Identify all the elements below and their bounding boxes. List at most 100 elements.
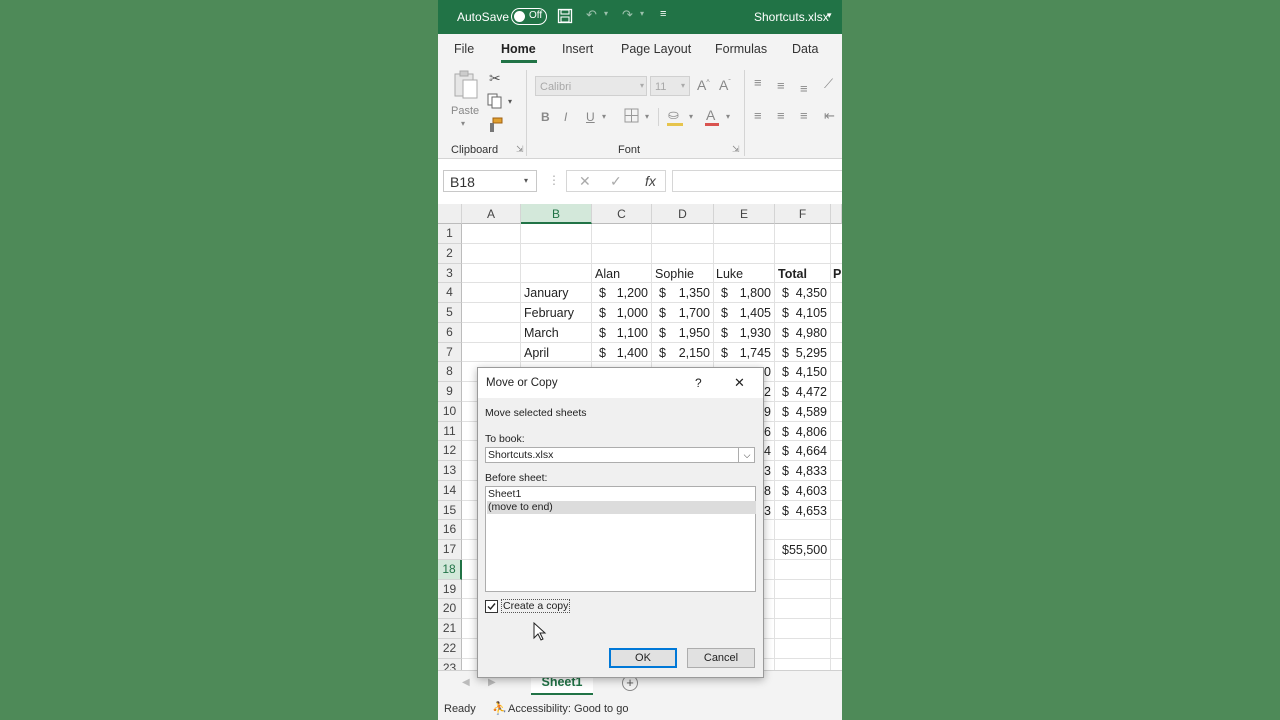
borders-icon[interactable] <box>624 108 639 126</box>
accessibility-icon[interactable]: ⛹ <box>492 701 507 715</box>
total-cell[interactable]: 4,603 <box>796 484 827 498</box>
fill-color-icon[interactable]: ⛀ <box>668 107 679 123</box>
sophie-cell-currency[interactable]: $ <box>659 346 666 360</box>
total-cell-currency[interactable]: $ <box>782 286 789 300</box>
row-header-8[interactable]: 8 <box>438 362 462 382</box>
undo-dropdown-icon[interactable]: ▾ <box>604 9 608 18</box>
alan-cell-currency[interactable]: $ <box>599 346 606 360</box>
row-header-10[interactable]: 10 <box>438 401 462 422</box>
paste-icon[interactable] <box>452 70 480 103</box>
paste-dropdown-icon[interactable]: ▾ <box>461 119 465 128</box>
sophie-cell[interactable]: 1,350 <box>679 286 710 300</box>
customize-toolbar-icon[interactable]: ≡ <box>660 8 666 20</box>
insert-function-icon[interactable]: fx <box>645 173 656 189</box>
format-painter-icon[interactable] <box>487 117 503 136</box>
list-item-selected[interactable]: (move to end) <box>487 501 756 514</box>
row-header-18[interactable]: 18 <box>438 559 462 580</box>
row-header-14[interactable]: 14 <box>438 480 462 501</box>
total-cell-currency[interactable]: $ <box>782 365 789 379</box>
alan-cell[interactable]: 1,400 <box>617 346 648 360</box>
file-name[interactable]: Shortcuts.xlsx <box>754 10 829 24</box>
header-alan[interactable]: Alan <box>595 267 620 281</box>
underline-button[interactable]: U <box>586 110 595 124</box>
luke-cell-partial[interactable]: 9 <box>764 405 771 419</box>
total-cell[interactable]: 4,150 <box>796 365 827 379</box>
row-header-19[interactable]: 19 <box>438 579 462 600</box>
row-header-17[interactable]: 17 <box>438 540 462 560</box>
row-header-2[interactable]: 2 <box>438 243 462 264</box>
sophie-cell[interactable]: 1,950 <box>679 326 710 340</box>
sophie-cell[interactable]: 1,700 <box>679 306 710 320</box>
copy-dropdown-icon[interactable]: ▾ <box>508 97 512 106</box>
alan-cell[interactable]: 1,100 <box>617 326 648 340</box>
font-size-dropdown-icon[interactable]: ▾ <box>681 81 685 90</box>
total-cell-currency[interactable]: $ <box>782 326 789 340</box>
italic-button[interactable]: I <box>564 110 567 124</box>
cancel-button[interactable]: Cancel <box>687 648 755 668</box>
row-header-21[interactable]: 21 <box>438 619 462 639</box>
total-cell-currency[interactable]: $ <box>782 306 789 320</box>
row-header-9[interactable]: 9 <box>438 382 462 402</box>
header-luke[interactable]: Luke <box>716 267 743 281</box>
total-cell[interactable]: 4,105 <box>796 306 827 320</box>
alan-cell-currency[interactable]: $ <box>599 306 606 320</box>
luke-cell-currency[interactable]: $ <box>721 286 728 300</box>
row-header-20[interactable]: 20 <box>438 599 462 619</box>
orientation-icon[interactable]: ⟋ <box>824 76 833 92</box>
formula-input[interactable] <box>672 170 842 192</box>
row-header-13[interactable]: 13 <box>438 461 462 481</box>
chevron-down-icon[interactable]: ⌵ <box>738 448 755 462</box>
filename-chevron-icon[interactable]: ▾ <box>827 10 832 21</box>
total-cell[interactable]: 4,350 <box>796 286 827 300</box>
luke-cell-currency[interactable]: $ <box>721 306 728 320</box>
alan-cell-currency[interactable]: $ <box>599 286 606 300</box>
undo-icon[interactable]: ↶ <box>586 7 597 23</box>
enter-icon[interactable]: ✓ <box>610 173 622 190</box>
total-cell-currency[interactable]: $ <box>782 346 789 360</box>
accessibility-status[interactable]: Accessibility: Good to go <box>508 703 628 715</box>
tab-page-layout[interactable]: Page Layout <box>621 42 691 56</box>
month-cell[interactable]: March <box>524 326 559 340</box>
save-icon[interactable] <box>557 8 573 27</box>
luke-cell[interactable]: 1,800 <box>740 286 771 300</box>
header-sophie[interactable]: Sophie <box>655 267 694 281</box>
scroll-right-icon[interactable]: ▶ <box>488 677 496 688</box>
luke-cell-partial[interactable]: 0 <box>764 365 771 379</box>
align-left-icon[interactable]: ≡ <box>754 108 762 123</box>
sophie-cell-currency[interactable]: $ <box>659 306 666 320</box>
font-color-dropdown-icon[interactable]: ▾ <box>726 112 730 121</box>
header-g-partial[interactable]: P <box>833 267 841 281</box>
alan-cell[interactable]: 1,000 <box>617 306 648 320</box>
align-middle-icon[interactable]: ≡ <box>777 78 785 93</box>
help-icon[interactable]: ? <box>695 376 702 390</box>
column-header-f[interactable]: F <box>775 204 831 224</box>
total-cell-currency[interactable]: $ <box>782 444 789 458</box>
total-cell[interactable]: 4,980 <box>796 326 827 340</box>
font-name-box[interactable]: Calibri <box>535 76 647 96</box>
tab-insert[interactable]: Insert <box>562 42 593 56</box>
ok-button[interactable]: OK <box>609 648 677 668</box>
luke-cell-partial[interactable]: 8 <box>764 484 771 498</box>
month-cell[interactable]: April <box>524 346 549 360</box>
borders-dropdown-icon[interactable]: ▾ <box>645 112 649 121</box>
sophie-cell[interactable]: 2,150 <box>679 346 710 360</box>
total-cell-currency[interactable]: $ <box>782 385 789 399</box>
align-right-icon[interactable]: ≡ <box>800 108 808 123</box>
total-cell[interactable]: 4,472 <box>796 385 827 399</box>
copy-icon[interactable] <box>487 93 503 112</box>
indent-icon[interactable]: ⇤ <box>824 108 835 124</box>
close-icon[interactable]: ✕ <box>734 375 745 391</box>
header-total[interactable]: Total <box>778 267 807 281</box>
row-header-11[interactable]: 11 <box>438 421 462 442</box>
luke-cell-partial[interactable]: 2 <box>764 385 771 399</box>
list-item[interactable]: Sheet1 <box>487 488 756 500</box>
scroll-left-icon[interactable]: ◀ <box>462 677 470 688</box>
column-header-d[interactable]: D <box>652 204 714 224</box>
redo-icon[interactable]: ↷ <box>622 7 633 23</box>
luke-cell-partial[interactable]: 3 <box>764 504 771 518</box>
row-header-15[interactable]: 15 <box>438 500 462 521</box>
luke-cell-currency[interactable]: $ <box>721 326 728 340</box>
align-bottom-icon[interactable]: ≡ <box>800 81 808 96</box>
increase-font-icon[interactable]: A^ <box>697 77 710 93</box>
month-cell[interactable]: January <box>524 286 568 300</box>
